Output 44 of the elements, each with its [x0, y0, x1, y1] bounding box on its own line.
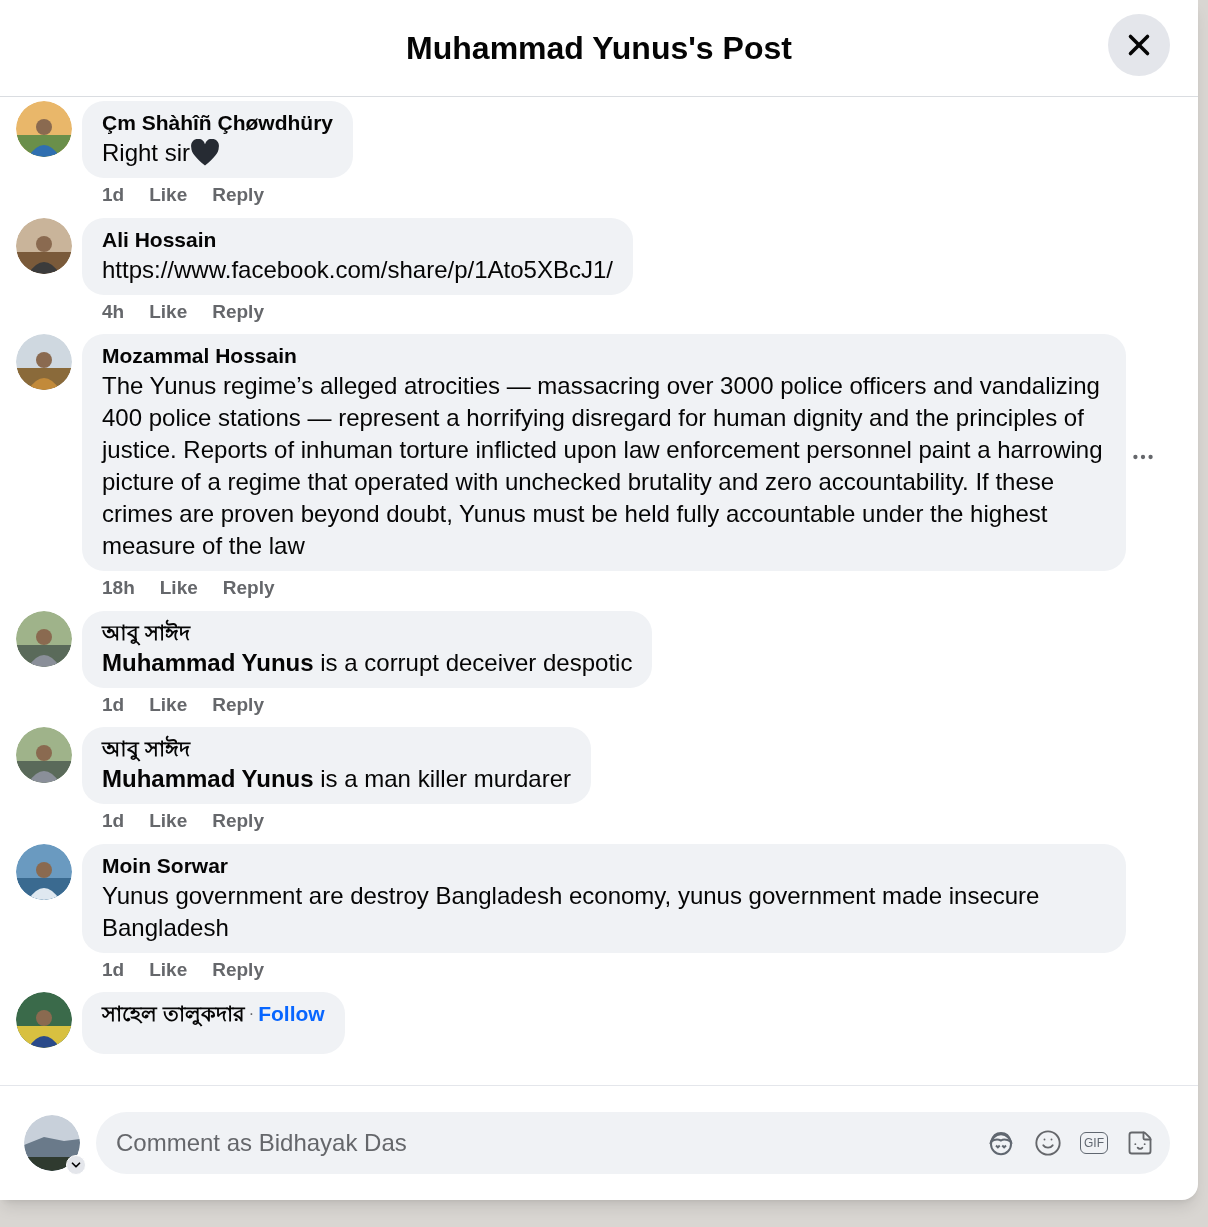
comment-text: Muhammad Yunus is a corrupt deceiver despotic	[102, 647, 633, 678]
comment-author[interactable]: সাহেল তালুকদার	[102, 998, 245, 1030]
comment-action[interactable]: Reply	[212, 181, 264, 210]
comment-author[interactable]: আবু সাঈদ	[102, 618, 633, 647]
comment-time[interactable]: 1d	[102, 955, 125, 984]
comment-action[interactable]: Reply	[212, 297, 264, 326]
comment-text: Muhammad Yunus is a man killer murdarer	[102, 764, 571, 794]
comment-action[interactable]: Like	[149, 297, 188, 326]
avatar[interactable]	[16, 727, 72, 783]
comment-author[interactable]: Ali Hossain	[102, 225, 613, 254]
avatar[interactable]	[16, 101, 72, 157]
user-avatar[interactable]	[24, 1115, 80, 1171]
avatar[interactable]	[16, 992, 72, 1048]
comment-time[interactable]: 4h	[102, 297, 125, 326]
comment-action[interactable]: Reply	[212, 690, 264, 719]
comment-time[interactable]: 1d	[102, 181, 125, 210]
comment-action[interactable]: Like	[149, 690, 188, 719]
comment-time[interactable]: 1d	[102, 690, 125, 719]
comment-author[interactable]: Moin Sorwar	[102, 851, 1106, 880]
comment-text: Right sir	[102, 138, 191, 168]
comment-text: https://www.facebook.com/share/p/1Ato5XBcJ1/	[102, 254, 613, 285]
comment-field[interactable]: Comment as Bidhayak Das GIF	[96, 1112, 1170, 1174]
follow-link[interactable]: Follow	[258, 998, 325, 1030]
account-switch-icon[interactable]	[66, 1155, 86, 1175]
comment-action[interactable]: Like	[149, 181, 188, 210]
comment-text: Yunus government are destroy Bangladesh economy, yunus government made insecure Bangladesh	[102, 880, 1041, 943]
comment-time[interactable]: 1d	[102, 807, 125, 836]
avatar[interactable]	[16, 334, 72, 390]
comment-action[interactable]: Reply	[212, 955, 264, 984]
emoji-icon[interactable]	[1034, 1129, 1062, 1157]
sticker-icon[interactable]	[1126, 1129, 1154, 1157]
separator-dot: ·	[248, 1003, 255, 1024]
comment-time[interactable]: 18h	[102, 574, 135, 603]
comment-action[interactable]: Reply	[212, 807, 264, 836]
comment-action[interactable]: Like	[149, 807, 188, 836]
comment-author[interactable]: আবু সাঈদ	[102, 735, 571, 763]
comment-action[interactable]: Like	[159, 574, 198, 603]
comment-author[interactable]: Mozammal Hossain	[102, 342, 1106, 370]
comment-text: The Yunus regime’s alleged atrocities — massacring over 3000 police officers and vandalizing 400 police stations — represent a horrifying disregard for human dignity and the principles of justice. Reports of inhuman torture inflicted upon law enforcement personnel paint a harrowing picture of a regime that operated with unchecked brutality and zero accountability. If these crimes are proven beyond doubt, Yunus must be held fully accountable under the highest measure of the law	[102, 371, 1104, 561]
gif-button[interactable]: GIF	[1080, 1132, 1108, 1154]
comment-action[interactable]: Reply	[222, 574, 275, 603]
dialog-title: Muhammad Yunus's Post	[406, 29, 792, 68]
comment-author[interactable]: Çm Shàhîñ Çhøwdhüry	[102, 109, 333, 137]
comment-action[interactable]: Like	[149, 955, 188, 984]
